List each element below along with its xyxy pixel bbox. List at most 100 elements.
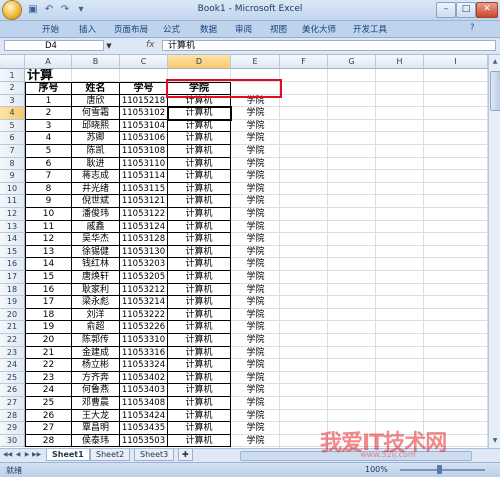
row-header[interactable]: 8 — [0, 157, 25, 171]
row-header[interactable]: 12 — [0, 208, 25, 221]
student-id-cell[interactable]: 11053403 — [120, 384, 168, 397]
student-id-cell[interactable]: 11053122 — [120, 208, 168, 221]
suffix-cell[interactable]: 学院 — [231, 145, 280, 158]
college-cell[interactable]: 计算机 — [168, 409, 231, 423]
row-header[interactable]: 3 — [0, 94, 25, 108]
column-header-i[interactable]: I — [424, 55, 488, 68]
formula-input[interactable]: 计算机 — [162, 40, 496, 51]
row-header[interactable]: 2 — [0, 82, 25, 95]
college-cell[interactable]: 计算机 — [168, 157, 231, 171]
table-header[interactable]: 姓名 — [72, 82, 120, 95]
serial-cell[interactable]: 1 — [25, 94, 72, 108]
college-cell[interactable]: 计算机 — [168, 107, 231, 120]
name-cell[interactable]: 侯泰玮 — [72, 434, 120, 448]
table-header[interactable]: 学院 — [168, 82, 231, 95]
suffix-cell[interactable]: 学院 — [231, 246, 280, 259]
name-cell[interactable]: 蒋志成 — [72, 170, 120, 183]
suffix-cell[interactable]: 学院 — [231, 321, 280, 334]
zoom-slider[interactable] — [400, 469, 485, 471]
sheet-tab-2[interactable]: Sheet2 — [90, 449, 131, 461]
suffix-cell[interactable]: 学院 — [231, 208, 280, 221]
tab-home[interactable]: 开始 — [42, 23, 59, 35]
college-cell[interactable]: 计算机 — [168, 334, 231, 347]
suffix-cell[interactable]: 学院 — [231, 183, 280, 196]
student-id-cell[interactable]: 11053205 — [120, 271, 168, 284]
serial-cell[interactable]: 17 — [25, 296, 72, 309]
first-sheet-icon[interactable]: ◀◀ — [3, 450, 12, 460]
row-header[interactable]: 18 — [0, 283, 25, 297]
scroll-thumb[interactable] — [490, 71, 500, 111]
column-header-c[interactable]: C — [120, 55, 168, 68]
name-cell[interactable]: 刘洋 — [72, 308, 120, 322]
row-header[interactable]: 9 — [0, 170, 25, 183]
suffix-cell[interactable]: 学院 — [231, 435, 280, 448]
name-cell[interactable]: 金建成 — [72, 346, 120, 360]
tab-page-layout[interactable]: 页面布局 — [114, 23, 148, 35]
student-id-cell[interactable]: 11053214 — [120, 296, 168, 309]
name-cell[interactable]: 井光绪 — [72, 182, 120, 196]
student-id-cell[interactable]: 11053121 — [120, 195, 168, 208]
column-header-b[interactable]: B — [72, 55, 120, 68]
last-sheet-icon[interactable]: ▶▶ — [32, 450, 41, 460]
row-header[interactable]: 11 — [0, 195, 25, 208]
suffix-cell[interactable]: 学院 — [231, 397, 280, 410]
serial-cell[interactable]: 19 — [25, 321, 72, 334]
name-box[interactable]: D4 — [4, 40, 104, 51]
sheet-title[interactable]: 计算 — [25, 69, 145, 82]
serial-cell[interactable]: 21 — [25, 346, 72, 360]
name-cell[interactable]: 戚鑫 — [72, 220, 120, 234]
student-id-cell[interactable]: 11053226 — [120, 321, 168, 334]
serial-cell[interactable]: 7 — [25, 170, 72, 183]
student-id-cell[interactable]: 11053402 — [120, 371, 168, 385]
student-id-cell[interactable]: 11053108 — [120, 145, 168, 158]
serial-cell[interactable]: 2 — [25, 107, 72, 120]
suffix-cell[interactable]: 学院 — [231, 158, 280, 171]
minimize-button[interactable]: – — [436, 2, 456, 18]
college-cell[interactable]: 计算机 — [168, 308, 231, 322]
name-cell[interactable]: 倪世斌 — [72, 195, 120, 208]
serial-cell[interactable]: 6 — [25, 157, 72, 171]
student-id-cell[interactable]: 11053310 — [120, 334, 168, 347]
column-header-f[interactable]: F — [280, 55, 328, 68]
student-id-cell[interactable]: 11053106 — [120, 132, 168, 145]
close-button[interactable]: ✕ — [476, 2, 498, 18]
row-header[interactable]: 29 — [0, 422, 25, 435]
tab-review[interactable]: 审阅 — [235, 23, 252, 35]
suffix-cell[interactable]: 学院 — [231, 296, 280, 309]
serial-cell[interactable]: 28 — [25, 434, 72, 448]
name-cell[interactable]: 唐欣 — [72, 94, 120, 108]
table-header[interactable]: 学号 — [120, 82, 168, 95]
tab-data[interactable]: 数据 — [200, 23, 217, 35]
serial-cell[interactable]: 8 — [25, 182, 72, 196]
tab-developer[interactable]: 开发工具 — [353, 23, 387, 35]
row-header[interactable]: 25 — [0, 371, 25, 385]
college-cell[interactable]: 计算机 — [168, 258, 231, 271]
college-cell[interactable]: 计算机 — [168, 371, 231, 385]
row-header[interactable]: 24 — [0, 359, 25, 372]
row-header[interactable]: 17 — [0, 271, 25, 284]
name-cell[interactable]: 潘俊玮 — [72, 208, 120, 221]
name-cell[interactable]: 覃昌明 — [72, 422, 120, 435]
row-header[interactable]: 4 — [0, 107, 25, 120]
serial-cell[interactable]: 22 — [25, 359, 72, 372]
student-id-cell[interactable]: 11053203 — [120, 258, 168, 271]
name-cell[interactable]: 苏卿 — [72, 132, 120, 145]
student-id-cell[interactable]: 11053130 — [120, 245, 168, 259]
serial-cell[interactable]: 23 — [25, 371, 72, 385]
student-id-cell[interactable]: 11053503 — [120, 434, 168, 448]
sheet-tab-1[interactable]: Sheet1 — [46, 449, 90, 461]
serial-cell[interactable]: 26 — [25, 409, 72, 423]
column-header-e[interactable]: E — [231, 55, 280, 68]
college-cell[interactable]: 计算机 — [168, 220, 231, 234]
student-id-cell[interactable]: 11053110 — [120, 157, 168, 171]
name-cell[interactable]: 邓曹晨 — [72, 397, 120, 410]
chevron-down-icon[interactable]: ▼ — [104, 40, 114, 53]
student-id-cell[interactable]: 11053408 — [120, 397, 168, 410]
row-header[interactable]: 27 — [0, 397, 25, 410]
tab-insert[interactable]: 插入 — [79, 23, 96, 35]
row-header[interactable]: 10 — [0, 182, 25, 196]
row-header[interactable]: 1 — [0, 69, 25, 82]
student-id-cell[interactable]: 11053435 — [120, 422, 168, 435]
row-header[interactable]: 13 — [0, 220, 25, 234]
suffix-cell[interactable]: 学院 — [231, 410, 280, 423]
